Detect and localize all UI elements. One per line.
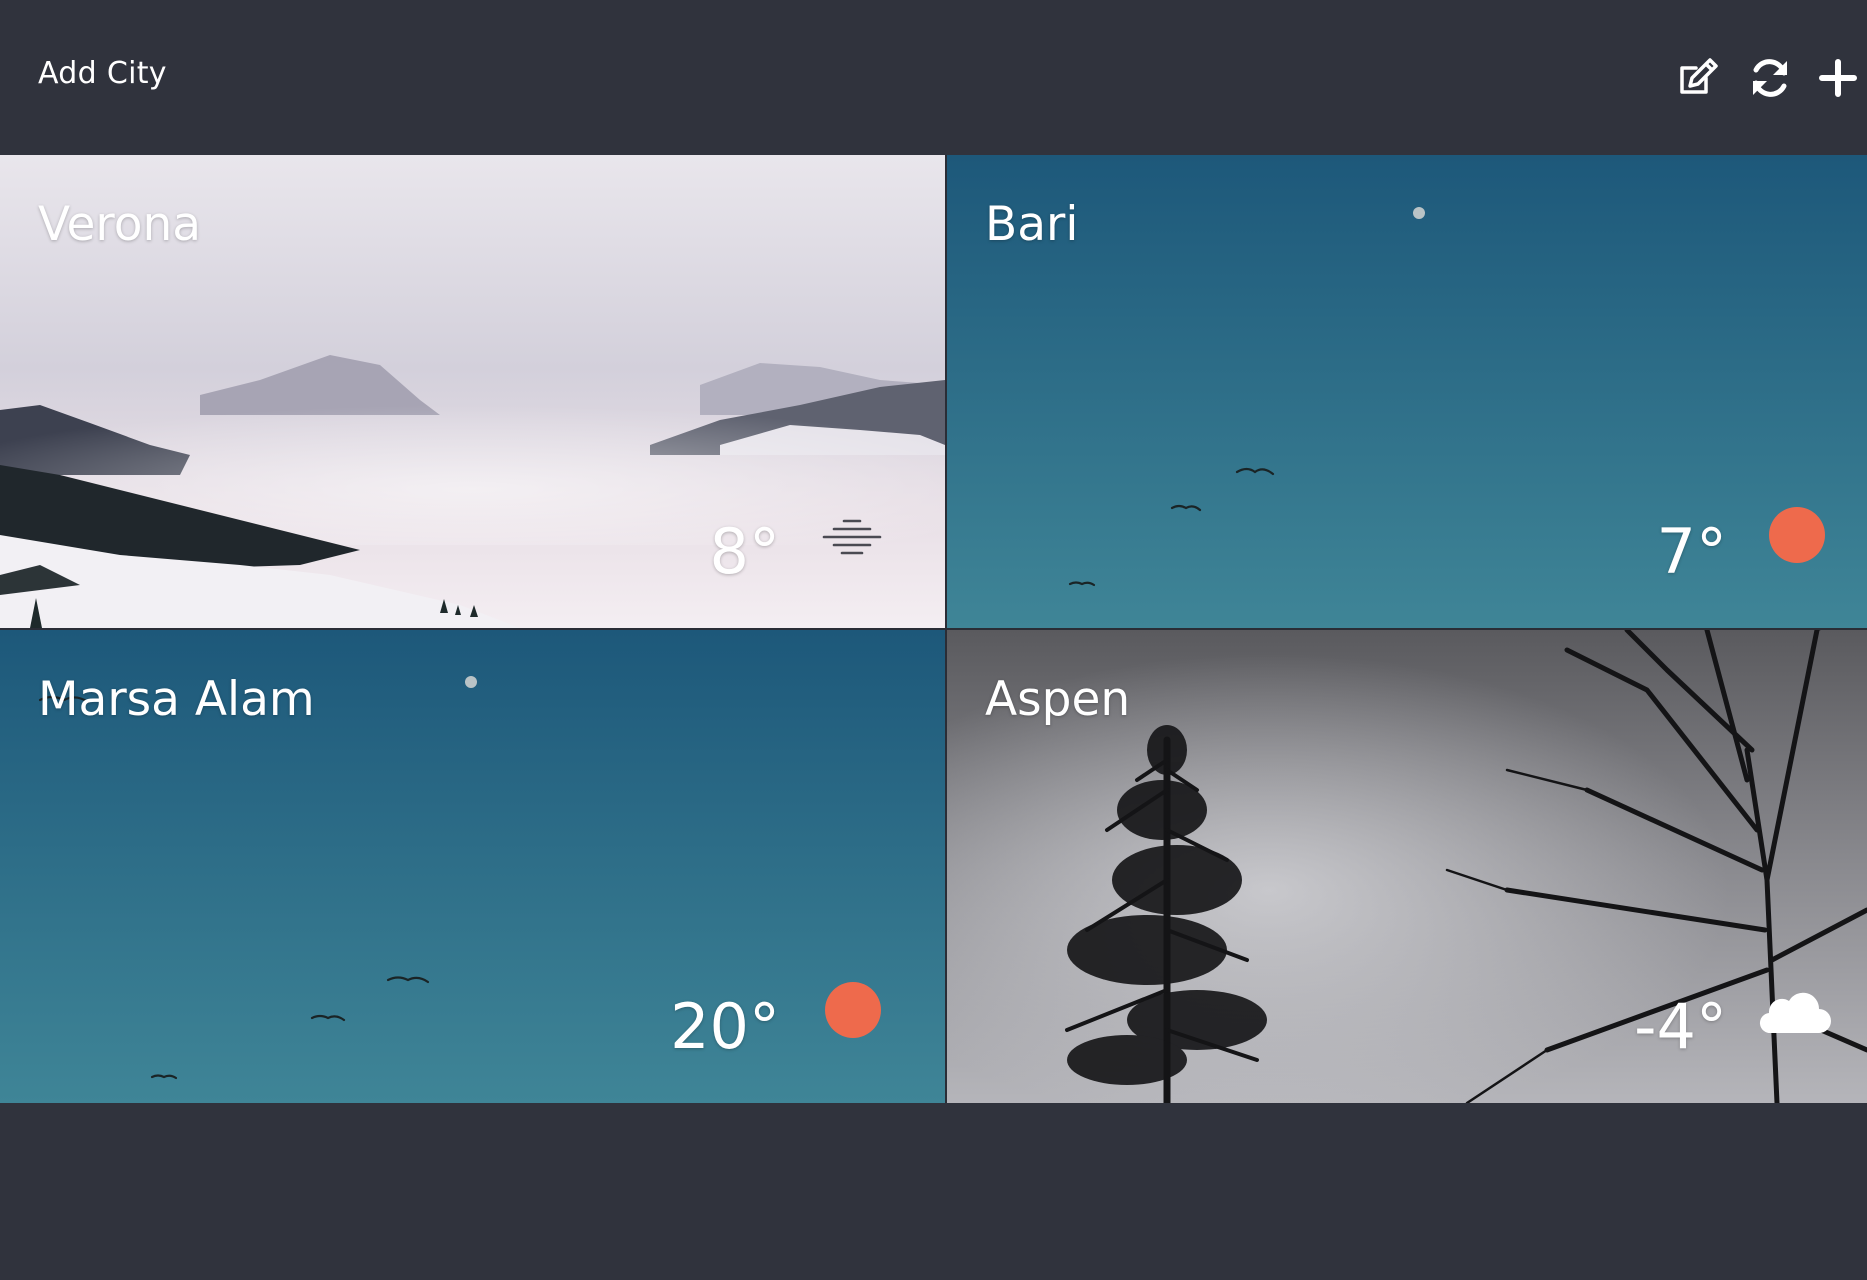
add-city-button[interactable] bbox=[1812, 52, 1864, 104]
edit-button[interactable] bbox=[1672, 52, 1724, 104]
fog-icon bbox=[822, 519, 882, 555]
edit-icon bbox=[1680, 58, 1718, 94]
cloud-icon bbox=[1759, 992, 1831, 1034]
city-card-marsa-alam[interactable]: Marsa Alam 20° bbox=[0, 630, 945, 1103]
city-card-bari[interactable]: Bari 7° bbox=[947, 155, 1867, 628]
city-name: Aspen bbox=[985, 672, 1131, 727]
city-name: Marsa Alam bbox=[38, 672, 315, 727]
temperature: 20° bbox=[670, 990, 780, 1063]
city-card-verona[interactable]: Verona 8° bbox=[0, 155, 945, 628]
temperature: 8° bbox=[709, 515, 780, 588]
plus-icon bbox=[1819, 59, 1857, 97]
top-bar: Add City bbox=[0, 0, 1867, 155]
grid-divider-horizontal bbox=[0, 628, 1867, 630]
city-name: Bari bbox=[985, 197, 1079, 252]
sun-icon bbox=[825, 982, 881, 1038]
add-city-title[interactable]: Add City bbox=[38, 56, 167, 91]
refresh-icon bbox=[1753, 59, 1787, 97]
clear-sky-image bbox=[947, 155, 1867, 628]
city-card-aspen[interactable]: Aspen -4° bbox=[947, 630, 1867, 1103]
city-name: Verona bbox=[38, 197, 202, 252]
temperature: -4° bbox=[1634, 990, 1727, 1063]
temperature: 7° bbox=[1656, 515, 1727, 588]
sun-icon bbox=[1769, 507, 1825, 563]
refresh-button[interactable] bbox=[1744, 52, 1796, 104]
